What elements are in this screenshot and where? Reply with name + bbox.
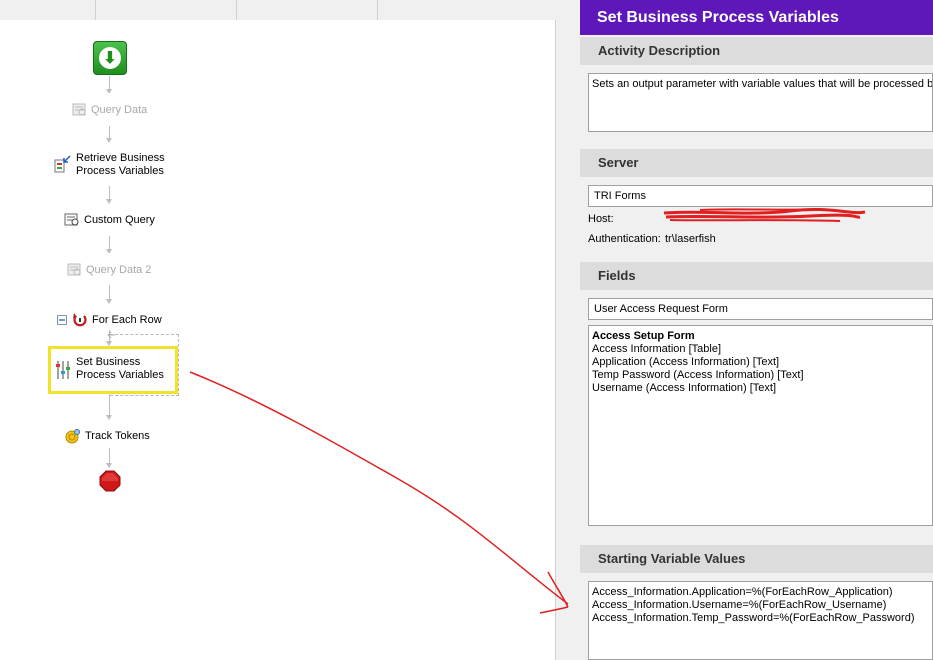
annotation-arrow <box>189 371 569 614</box>
